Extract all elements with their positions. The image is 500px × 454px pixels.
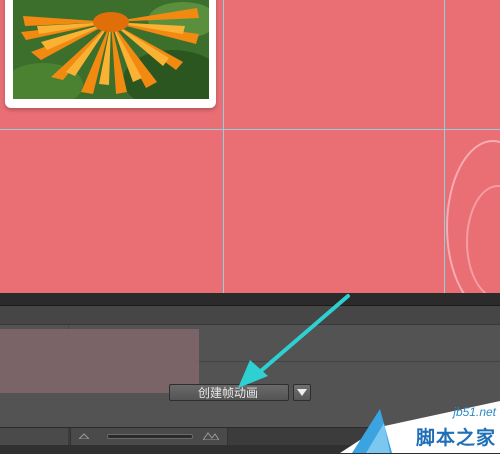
watermark-site-name: 脚本之家 xyxy=(415,427,496,449)
annotation-arrow xyxy=(238,294,350,388)
footer-left-section xyxy=(0,428,68,445)
zoom-control[interactable] xyxy=(70,428,228,445)
watermark-url: jb51.net xyxy=(453,405,496,419)
zoom-slider[interactable] xyxy=(107,434,193,439)
zoom-in-mountain-icon[interactable] xyxy=(203,431,219,440)
zoom-out-mountain-icon[interactable] xyxy=(79,433,89,439)
site-watermark: jb51.net 脚本之家 xyxy=(340,401,500,453)
